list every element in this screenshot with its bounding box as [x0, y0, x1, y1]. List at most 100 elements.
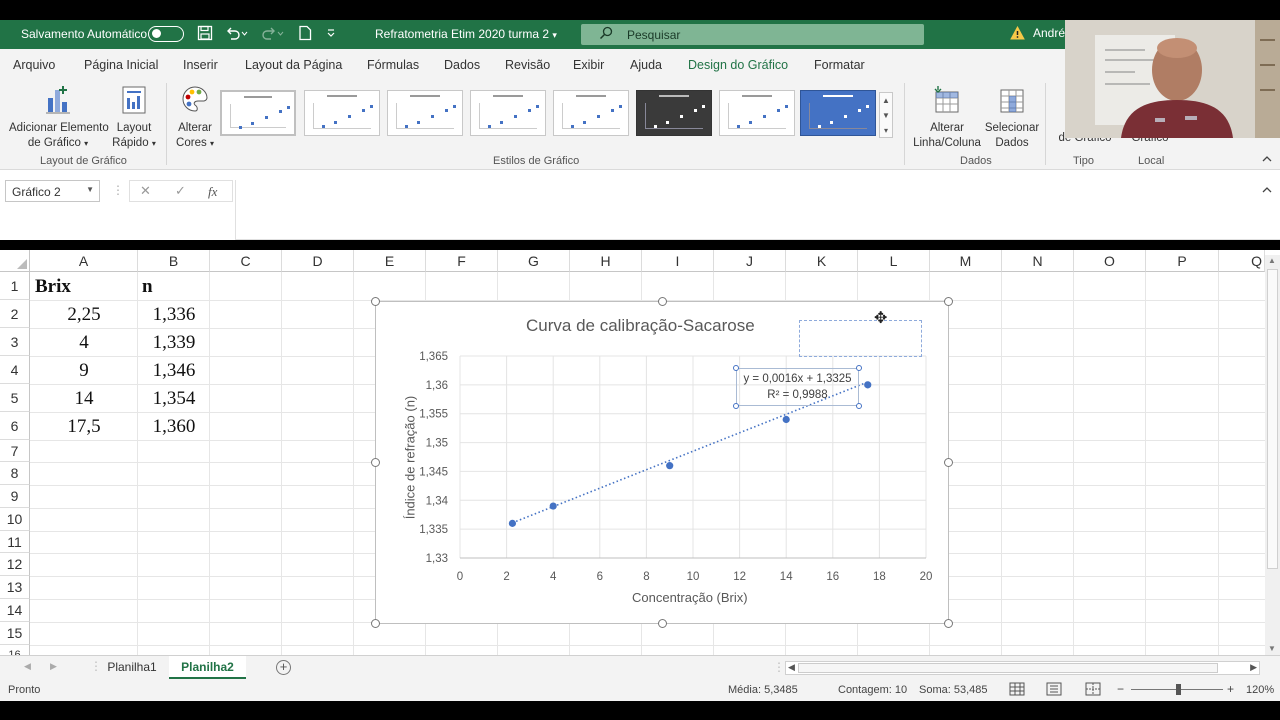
row-header[interactable]: 7 — [0, 440, 30, 462]
select-all-corner[interactable] — [0, 250, 30, 272]
cell-b1[interactable]: n — [142, 276, 153, 298]
scatter-chart[interactable]: 0 2 4 6 8 10 12 14 16 18 20 1,33 1,335 1,34 1,345 1,35 1… — [371, 297, 953, 628]
column-header[interactable]: P — [1146, 250, 1219, 272]
insert-function-icon[interactable]: fx — [208, 184, 217, 200]
tab-pagina-inicial[interactable]: Página Inicial — [84, 58, 158, 72]
new-file-icon[interactable] — [298, 25, 312, 44]
cell-n[interactable]: 1,339 — [138, 332, 210, 354]
tab-ajuda[interactable]: Ajuda — [630, 58, 662, 72]
chart-resize-handle[interactable] — [658, 619, 667, 628]
collapse-formula-bar-icon[interactable] — [1262, 183, 1272, 197]
row-header[interactable]: 1 — [0, 272, 30, 300]
row-header[interactable]: 8 — [0, 462, 30, 485]
row-header[interactable]: 5 — [0, 384, 30, 412]
cell-brix[interactable]: 4 — [30, 332, 138, 354]
chart-style-1[interactable] — [220, 90, 296, 136]
chevron-down-icon[interactable]: ▼ — [86, 185, 94, 194]
row-header[interactable]: 15 — [0, 622, 30, 645]
zoom-level[interactable]: 120% — [1246, 684, 1274, 696]
chevron-down-icon[interactable]: ▼ — [882, 111, 890, 120]
column-header[interactable]: L — [858, 250, 930, 272]
row-header[interactable]: 4 — [0, 356, 30, 384]
scroll-thumb[interactable] — [798, 663, 1218, 673]
tab-exibir[interactable]: Exibir — [573, 58, 604, 72]
cell-brix[interactable]: 14 — [30, 388, 138, 410]
chevron-up-icon[interactable]: ▲ — [882, 96, 890, 105]
chart-resize-handle[interactable] — [371, 619, 380, 628]
cell-brix[interactable]: 9 — [30, 360, 138, 382]
column-header[interactable]: D — [282, 250, 354, 272]
column-header[interactable]: H — [570, 250, 642, 272]
sheet-tab-planilha2[interactable]: Planilha2 — [169, 656, 246, 679]
column-header[interactable]: I — [642, 250, 714, 272]
tab-layout-da-pagina[interactable]: Layout da Página — [245, 58, 342, 72]
cell-brix[interactable]: 17,5 — [30, 416, 138, 438]
row-header[interactable]: 3 — [0, 328, 30, 356]
row-header[interactable]: 11 — [0, 531, 30, 553]
chart-resize-handle[interactable] — [371, 297, 380, 306]
zoom-in-icon[interactable]: + — [1227, 682, 1234, 696]
switch-row-column-button[interactable]: Alterar Linha/Coluna — [911, 84, 983, 151]
horizontal-scrollbar[interactable]: ◀ ▶ — [785, 661, 1260, 675]
next-sheet-icon[interactable]: ▶ — [50, 661, 57, 672]
selected-element-outline[interactable] — [799, 320, 922, 357]
page-break-view-icon[interactable] — [1085, 682, 1101, 699]
cell-n[interactable]: 1,336 — [138, 304, 210, 326]
search-box[interactable]: Pesquisar — [581, 24, 924, 45]
chart-resize-handle[interactable] — [658, 297, 667, 306]
column-header[interactable]: B — [138, 250, 210, 272]
cell-n[interactable]: 1,360 — [138, 416, 210, 438]
document-title[interactable]: Refratometria Etim 2020 turma 2 ▾ — [375, 27, 557, 41]
cancel-icon[interactable]: ✕ — [140, 183, 151, 199]
name-box[interactable]: Gráfico 2 ▼ — [5, 180, 100, 202]
row-header[interactable]: 6 — [0, 412, 30, 440]
y-axis-title[interactable]: Índice de refração (n) — [403, 388, 418, 528]
row-header[interactable]: 12 — [0, 553, 30, 576]
style-gallery-scroll[interactable]: ▲ ▼ ▾ — [879, 92, 893, 138]
column-header[interactable]: A — [30, 250, 138, 272]
x-axis-title[interactable]: Concentração (Brix) — [632, 590, 748, 605]
tab-formulas[interactable]: Fórmulas — [367, 58, 419, 72]
cell-n[interactable]: 1,354 — [138, 388, 210, 410]
save-icon[interactable] — [197, 25, 213, 44]
chart-style-8[interactable] — [800, 90, 876, 136]
scroll-thumb[interactable] — [1267, 269, 1278, 569]
resize-handle[interactable] — [856, 403, 862, 409]
column-header[interactable]: J — [714, 250, 786, 272]
tab-revisao[interactable]: Revisão — [505, 58, 550, 72]
add-sheet-button[interactable]: + — [276, 660, 291, 675]
chart-style-3[interactable] — [387, 90, 463, 136]
collapse-ribbon-icon[interactable] — [1262, 155, 1272, 166]
resize-handle[interactable] — [856, 365, 862, 371]
chart-style-4[interactable] — [470, 90, 546, 136]
chart-style-6[interactable] — [636, 90, 712, 136]
tab-arquivo[interactable]: Arquivo — [13, 58, 55, 72]
redo-icon[interactable] — [260, 25, 284, 44]
resize-handle[interactable] — [733, 403, 739, 409]
user-name[interactable]: André — [1033, 26, 1065, 40]
cell-n[interactable]: 1,346 — [138, 360, 210, 382]
row-header[interactable]: 10 — [0, 508, 30, 531]
warning-icon[interactable] — [1010, 25, 1025, 43]
chart-style-5[interactable] — [553, 90, 629, 136]
status-count[interactable]: Contagem: 10 — [838, 684, 907, 696]
scroll-down-icon[interactable]: ▼ — [1268, 644, 1276, 653]
zoom-slider-thumb[interactable] — [1176, 684, 1181, 695]
column-header[interactable]: F — [426, 250, 498, 272]
enter-icon[interactable]: ✓ — [175, 183, 186, 199]
chart-style-7[interactable] — [719, 90, 795, 136]
row-header[interactable]: 9 — [0, 485, 30, 508]
row-header[interactable]: 14 — [0, 599, 30, 622]
row-header[interactable]: 16 — [0, 645, 30, 655]
column-header[interactable]: N — [1002, 250, 1074, 272]
trendline-label[interactable]: y = 0,0016x + 1,3325 R² = 0,9988 — [733, 365, 862, 409]
tab-formatar[interactable]: Formatar — [814, 58, 865, 72]
page-layout-view-icon[interactable] — [1046, 682, 1062, 699]
quick-layout-button[interactable]: Layout Rápido ▾ — [110, 84, 158, 151]
tab-inserir[interactable]: Inserir — [183, 58, 218, 72]
column-header[interactable]: Q — [1219, 250, 1265, 272]
cell-a1[interactable]: Brix — [35, 276, 71, 298]
status-sum[interactable]: Soma: 53,485 — [919, 684, 988, 696]
previous-sheet-icon[interactable]: ◀ — [24, 661, 31, 672]
column-header[interactable]: K — [786, 250, 858, 272]
